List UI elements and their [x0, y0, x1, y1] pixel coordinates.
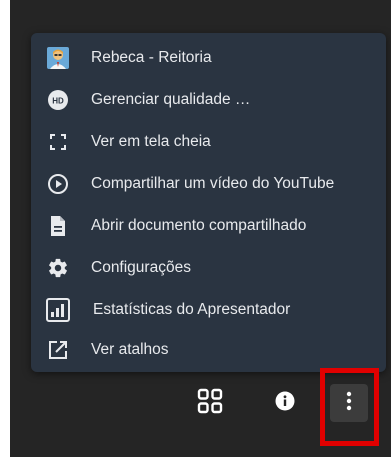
bar-chart-icon [46, 298, 70, 322]
svg-text:HD: HD [52, 97, 64, 106]
fullscreen-icon [46, 130, 70, 154]
menu-item-label: Gerenciar qualidade … [91, 91, 251, 108]
menu-item-shortcuts[interactable]: Ver atalhos [31, 329, 386, 371]
highlight-box [320, 368, 379, 446]
gear-icon [46, 256, 70, 280]
grid-layout-icon [197, 388, 223, 419]
options-menu: Rebeca - Reitoria HD Gerenciar qualidade… [31, 33, 386, 372]
menu-item-fullscreen[interactable]: Ver em tela cheia [31, 121, 386, 163]
menu-item-share-youtube[interactable]: Compartilhar um vídeo do YouTube [31, 163, 386, 205]
menu-item-settings[interactable]: Configurações [31, 247, 386, 289]
play-circle-icon [46, 172, 70, 196]
hd-icon: HD [46, 88, 70, 112]
menu-item-open-document[interactable]: Abrir documento compartilhado [31, 205, 386, 247]
menu-item-label: Configurações [91, 259, 191, 276]
menu-item-label: Abrir documento compartilhado [91, 217, 307, 234]
avatar-icon [46, 46, 70, 70]
document-icon [46, 214, 70, 238]
menu-item-label: Compartilhar um vídeo do YouTube [91, 175, 335, 192]
menu-item-presenter-stats[interactable]: Estatísticas do Apresentador [31, 289, 386, 331]
info-icon [275, 391, 295, 416]
menu-item-label: Ver em tela cheia [91, 133, 211, 150]
menu-item-label: Rebeca - Reitoria [91, 49, 212, 66]
menu-item-manage-quality[interactable]: HD Gerenciar qualidade … [31, 79, 386, 121]
menu-item-user[interactable]: Rebeca - Reitoria [31, 37, 386, 79]
grid-layout-button[interactable] [196, 388, 224, 419]
info-button[interactable] [274, 391, 296, 416]
external-link-icon [46, 338, 70, 362]
menu-item-label: Estatísticas do Apresentador [93, 301, 291, 318]
menu-item-label: Ver atalhos [91, 341, 169, 358]
